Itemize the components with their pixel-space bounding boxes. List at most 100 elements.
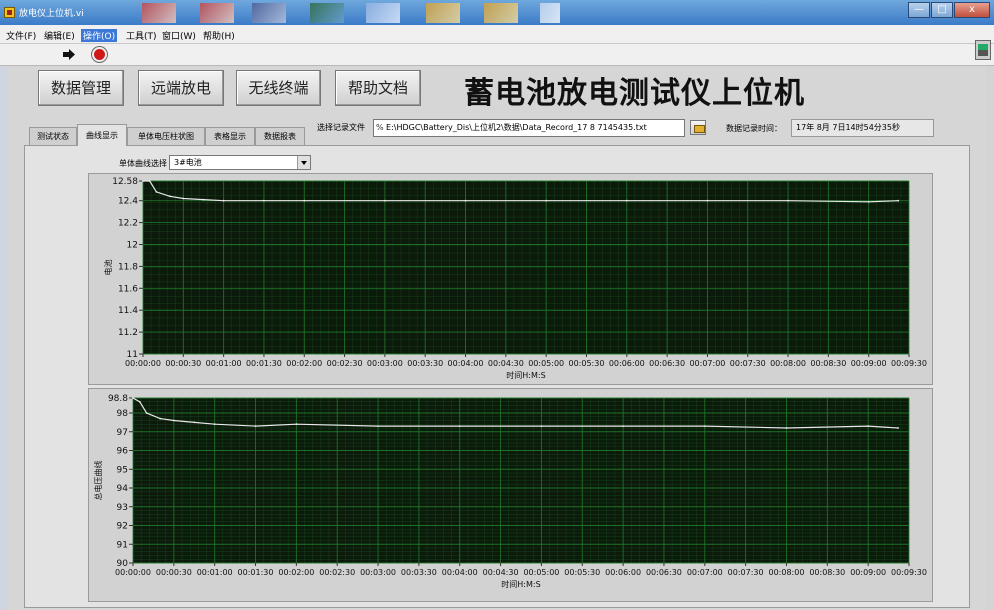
data-point [148,180,151,182]
y-axis-label: 总电压曲线 [93,461,103,501]
file-select-label: 选择记录文件 [317,123,365,132]
data-point [540,425,543,427]
help-docs-button[interactable]: 帮助文档 [335,70,421,106]
data-management-button[interactable]: 数据管理 [38,70,124,106]
menu-operate[interactable]: 操作(O) [81,29,118,42]
x-tick-label: 00:05:30 [569,359,605,368]
tab-table-display[interactable]: 表格显示 [205,127,255,145]
x-tick-label: 00:03:00 [360,568,396,577]
menu-window[interactable]: 窗口(W) [160,29,198,42]
data-point [703,425,706,427]
data-point [145,412,148,414]
x-tick-label: 00:07:30 [730,359,766,368]
x-tick-label: 00:08:00 [770,359,806,368]
data-point [193,421,196,424]
taskbar-app-icon [200,3,234,23]
x-tick-label: 00:06:00 [609,359,645,368]
y-tick-label: 11.4 [118,306,138,316]
record-time-value: 17年 8月 7日14时54分35秒 [791,119,934,137]
maximize-button[interactable]: □ [931,2,953,18]
x-tick-label: 00:03:30 [407,359,443,368]
remote-discharge-button[interactable]: 远端放电 [138,70,224,106]
x-tick-label: 00:00:00 [125,359,161,368]
data-point [377,425,379,427]
data-point [545,199,548,202]
wireless-terminal-button[interactable]: 无线终端 [236,70,321,106]
x-tick-label: 00:01:00 [197,568,233,577]
minimize-button[interactable]: — [908,2,930,18]
data-point [785,427,788,429]
data-point [625,199,628,202]
tab-curve-display[interactable]: 曲线显示 [77,124,127,146]
window-controls: — □ x [908,2,990,18]
data-point [263,199,265,202]
x-tick-label: 00:08:30 [809,568,845,577]
data-point [867,425,870,427]
data-point [897,199,900,202]
run-arrow-icon[interactable] [62,48,76,61]
taskbar-folder-icon [484,3,518,23]
x-tick-label: 00:04:00 [442,568,478,577]
path-glyph: % [376,123,384,132]
x-tick-label: 00:02:00 [278,568,314,577]
labview-vi-icon [4,7,15,18]
data-point [464,199,467,202]
y-tick-label: 11.6 [118,284,138,294]
taskbar-app-icon [252,3,286,23]
x-tick-label: 00:08:30 [810,359,846,368]
y-tick-label: 12.4 [118,197,138,207]
stop-icon[interactable] [92,47,107,62]
taskbar-app-icon [366,3,400,23]
tab-data-report[interactable]: 数据报表 [255,127,305,145]
y-tick-label: 97 [117,428,128,438]
cell-voltage-chart[interactable]: 1111.211.411.611.81212.212.412.5800:00:0… [89,174,934,386]
y-tick-label: 95 [117,465,128,475]
curve-select-label: 单体曲线选择 [119,159,167,168]
x-tick-label: 00:01:00 [206,359,242,368]
x-tick-label: 00:04:30 [488,359,524,368]
chevron-down-icon[interactable] [297,156,310,169]
title-bar[interactable]: 放电仪上位机.vi — □ x [0,0,994,25]
x-tick-label: 00:06:30 [649,359,685,368]
app-title: 蓄电池放电测试仪上位机 [464,76,805,111]
data-point [159,417,162,420]
x-tick-label: 00:09:00 [850,568,886,577]
x-tick-label: 00:00:30 [165,359,201,368]
data-point [132,397,134,399]
data-point [787,199,789,202]
close-button[interactable]: x [954,2,990,18]
y-tick-label: 12.58 [112,177,138,187]
data-point [622,425,624,427]
total-voltage-chart[interactable]: 90919293949596979898.800:00:00 00:00:30 00… [89,389,934,603]
app-window: 放电仪上位机.vi — □ x 文件(F) 编辑(E) 操作(O) 工具(T) … [0,0,994,610]
y-tick-label: 94 [117,484,129,494]
x-tick-label: 00:00:00 [115,568,151,577]
y-tick-label: 93 [117,503,128,513]
x-tick-label: 00:09:30 [891,568,927,577]
y-tick-label: 98.8 [108,394,128,404]
x-tick-label: 00:00:30 [156,568,192,577]
menu-help[interactable]: 帮助(H) [201,29,237,42]
data-point [213,423,216,426]
tab-test-status[interactable]: 测试状态 [29,127,77,145]
menu-file[interactable]: 文件(F) [4,29,38,42]
x-tick-label: 00:01:30 [246,359,282,368]
menu-tools[interactable]: 工具(T) [124,29,159,42]
data-point [182,197,185,200]
curve-select-dropdown[interactable]: 3#电池 [169,155,311,170]
tab-cell-voltage-bar[interactable]: 单体电压柱状图 [127,127,205,145]
x-tick-label: 00:07:00 [689,359,725,368]
y-tick-label: 11.8 [118,262,138,272]
data-point [155,191,158,193]
record-time-label: 数据记录时间： [726,124,782,133]
x-tick-label: 00:02:30 [319,568,355,577]
file-path-field[interactable]: % E:\HDGC\Battery_Dis\上位机2\数据\Data_Recor… [373,119,685,137]
browse-folder-icon[interactable] [690,120,706,135]
x-tick-label: 00:03:30 [401,568,437,577]
data-point [222,199,225,202]
menu-edit[interactable]: 编辑(E) [42,29,77,42]
data-point [169,195,171,198]
data-point [867,200,870,203]
data-point [458,425,461,427]
x-tick-label: 00:09:30 [891,359,927,368]
